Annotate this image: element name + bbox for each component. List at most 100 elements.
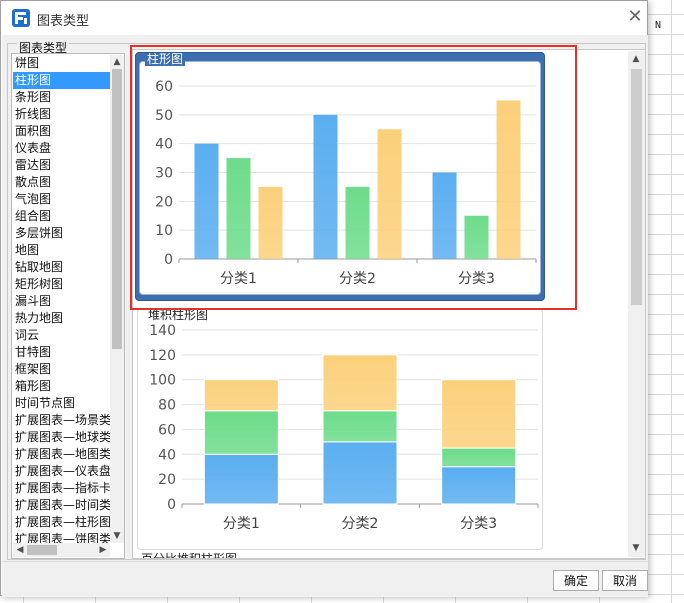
y-tick-label: 40 xyxy=(155,137,173,153)
chart-type-list-item[interactable]: 扩展图表—仪表盘 xyxy=(13,463,110,480)
chart-type-list-item[interactable]: 扩展图表—时间类 xyxy=(13,497,110,514)
chart-type-list-items: 饼图 柱形图 条形图 折线图 面积图 仪表盘 雷达图 散点图 气泡图 组合图 多层饼图 地图 钻取地图矩… xyxy=(13,55,110,543)
stacked-bar-segment xyxy=(322,441,398,505)
y-tick-label: 50 xyxy=(155,108,173,124)
x-category-label: 分类2 xyxy=(342,516,379,532)
bar xyxy=(345,186,370,259)
chart-type-list-item[interactable]: 气泡图 xyxy=(13,191,110,208)
chart-type-list-item[interactable]: 扩展图表—地球类 xyxy=(13,429,110,446)
chart-type-list-item[interactable]: 词云 xyxy=(13,327,110,344)
y-tick-label: 10 xyxy=(155,223,173,239)
y-tick-label: 60 xyxy=(158,422,176,438)
chart-type-list-item[interactable]: 钻取地图 xyxy=(13,259,110,276)
scroll-left-arrow-icon[interactable]: ◀ xyxy=(13,543,27,557)
next-chart-card-title: 百分比堆积柱形图 xyxy=(141,552,238,559)
y-tick-label: 60 xyxy=(155,79,173,95)
chart-type-list-item[interactable]: 柱形图 xyxy=(13,72,110,89)
chart-type-list-item[interactable]: 漏斗图 xyxy=(13,293,110,310)
chart-type-list[interactable]: 饼图 柱形图 条形图 折线图 面积图 仪表盘 雷达图 散点图 气泡图 组合图 多层饼图 地图 钻取地图矩… xyxy=(11,53,125,559)
preview-scroll-down-arrow-icon[interactable]: ▼ xyxy=(629,541,643,555)
app-logo-icon xyxy=(12,9,30,27)
close-icon: ✕ xyxy=(627,6,643,27)
stacked-bar-segment xyxy=(322,354,398,412)
chart-type-list-item[interactable]: 散点图 xyxy=(13,174,110,191)
y-tick-label: 0 xyxy=(167,497,176,513)
bar xyxy=(258,186,283,259)
scroll-right-arrow-icon[interactable]: ▶ xyxy=(96,543,110,557)
stacked-bar-segment xyxy=(441,447,517,468)
ok-button[interactable]: 确定 xyxy=(553,570,599,591)
chart-type-list-item[interactable]: 矩形树图 xyxy=(13,276,110,293)
bar xyxy=(432,172,457,259)
stacked-bar-chart: 0 20 40 60 80 100 120 140 分类1 分类2 分类3 xyxy=(149,323,539,532)
chart-type-list-item[interactable]: 扩展图表—柱形图 xyxy=(13,514,110,531)
chart-card-clustered-bar[interactable]: 0 10 20 30 40 50 60 分类1 分类2 分类3 柱形图 xyxy=(135,52,545,301)
scroll-down-arrow-icon[interactable]: ▼ xyxy=(110,529,124,543)
chart-card-stacked-bar[interactable]: 0 20 40 60 80 100 120 140 分类1 分类2 分类3 堆积柱形图 xyxy=(137,308,543,550)
y-tick-label: 100 xyxy=(149,373,176,389)
clustered-bar-chart: 0 10 20 30 40 50 60 分类1 分类2 分类3 xyxy=(155,79,537,287)
list-vertical-scrollbar[interactable]: ▲ ▼ xyxy=(110,55,124,543)
chart-type-list-item[interactable]: 多层饼图 xyxy=(13,225,110,242)
y-tick-label: 30 xyxy=(155,166,173,182)
chart-type-dialog: 图表类型 ✕ 图表类型 饼图 柱形图 条形图 折线图 面积图 仪表盘 雷达图 散点图 气泡图 组合… xyxy=(0,0,648,597)
chart-type-list-item[interactable]: 扩展图表—地图类 xyxy=(13,446,110,463)
list-hscroll-thumb[interactable] xyxy=(27,545,57,555)
list-scroll-thumb[interactable] xyxy=(112,69,122,349)
y-tick-label: 0 xyxy=(164,252,173,268)
chart-type-list-item[interactable]: 时间节点图 xyxy=(13,395,110,412)
y-tick-label: 20 xyxy=(158,472,176,488)
dialog-titlebar: 图表类型 ✕ xyxy=(1,1,647,35)
dialog-title: 图表类型 xyxy=(37,14,90,29)
y-tick-label: 120 xyxy=(149,348,176,364)
chart-type-list-item[interactable]: 雷达图 xyxy=(13,157,110,174)
chart-type-list-item[interactable]: 地图 xyxy=(13,242,110,259)
x-category-label: 分类1 xyxy=(223,516,260,532)
chart-type-list-item[interactable]: 仪表盘 xyxy=(13,140,110,157)
chart-type-list-item[interactable]: 甘特图 xyxy=(13,344,110,361)
x-category-label: 分类1 xyxy=(220,271,257,287)
cancel-button[interactable]: 取消 xyxy=(602,570,648,591)
y-tick-label: 20 xyxy=(155,194,173,210)
bar xyxy=(313,114,338,259)
stacked-bar-segment xyxy=(203,410,279,455)
y-tick-label: 140 xyxy=(149,323,176,339)
stacked-bar-segment xyxy=(203,453,279,505)
x-category-label: 分类3 xyxy=(458,271,495,287)
chart-preview-pane: 0 10 20 30 40 50 60 分类1 分类2 分类3 柱形图 0 20 40 60 80 100 1… xyxy=(132,49,646,559)
y-tick-label: 80 xyxy=(158,398,176,414)
preview-vertical-scrollbar[interactable]: ▲ ▼ xyxy=(628,51,645,557)
bar xyxy=(194,143,219,259)
chart-type-list-item[interactable]: 扩展图表—指标卡 xyxy=(13,480,110,497)
bar xyxy=(464,215,489,259)
chart-type-list-item[interactable]: 框架图 xyxy=(13,361,110,378)
chart-card-inner: 0 10 20 30 40 50 60 分类1 分类2 分类3 xyxy=(139,61,541,295)
chart-type-list-item[interactable]: 饼图 xyxy=(13,55,110,72)
x-category-label: 分类2 xyxy=(339,271,376,287)
chart-type-list-item[interactable]: 箱形图 xyxy=(13,378,110,395)
stacked-bar-segment xyxy=(441,379,517,449)
stacked-bar-segment xyxy=(322,410,398,443)
chart-card-title: 柱形图 xyxy=(145,52,186,66)
chart-type-list-item[interactable]: 扩展图表—场景类 xyxy=(13,412,110,429)
stacked-bar-segment xyxy=(441,466,517,505)
chart-card-title: 堆积柱形图 xyxy=(146,308,211,323)
chart-type-list-item[interactable]: 条形图 xyxy=(13,89,110,106)
bar xyxy=(226,158,251,259)
chart-type-list-item[interactable]: 热力地图 xyxy=(13,310,110,327)
chart-type-list-item[interactable]: 折线图 xyxy=(13,106,110,123)
dialog-footer: 确定 取消 xyxy=(2,561,648,597)
list-horizontal-scrollbar[interactable]: ◀ ▶ xyxy=(13,543,110,557)
stacked-bar-segment xyxy=(203,379,279,412)
bar xyxy=(496,100,521,259)
x-category-label: 分类3 xyxy=(460,516,497,532)
preview-scroll-thumb[interactable] xyxy=(631,69,642,305)
chart-type-list-item[interactable]: 组合图 xyxy=(13,208,110,225)
chart-type-list-item[interactable]: 扩展图表—饼图类 xyxy=(13,531,110,543)
column-header-label: N xyxy=(655,20,662,31)
bar xyxy=(377,129,402,259)
scroll-up-arrow-icon[interactable]: ▲ xyxy=(110,55,124,69)
close-button[interactable]: ✕ xyxy=(625,7,645,27)
chart-type-list-item[interactable]: 面积图 xyxy=(13,123,110,140)
preview-scroll-up-arrow-icon[interactable]: ▲ xyxy=(629,52,643,66)
